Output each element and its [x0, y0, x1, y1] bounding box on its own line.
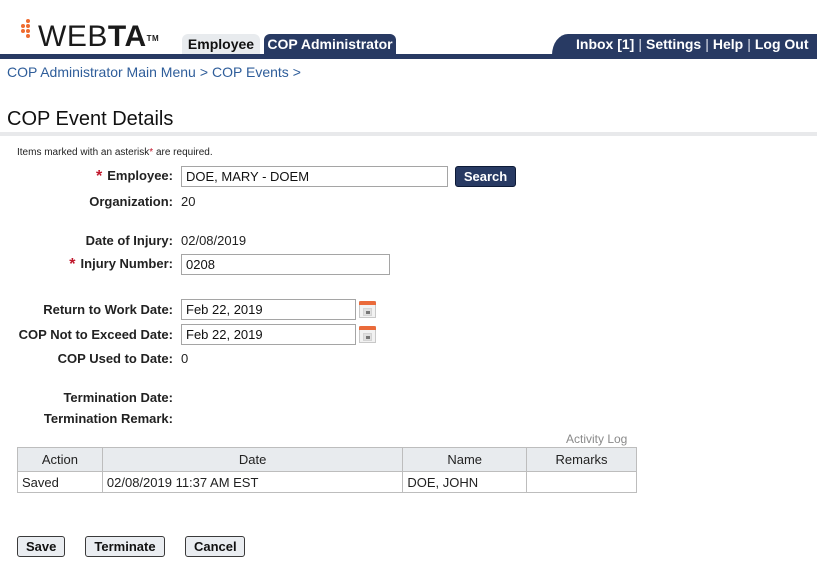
- header: WEBTATM Employee COP Administrator Inbox…: [0, 0, 817, 59]
- cell-name: DOE, JOHN: [402, 471, 528, 493]
- column-header-action: Action: [17, 447, 103, 472]
- page-title: COP Event Details: [7, 108, 174, 130]
- tab-cop-administrator[interactable]: COP Administrator: [264, 34, 396, 55]
- nav-separator: |: [747, 36, 751, 52]
- injury-number-label-text: Injury Number:: [80, 256, 173, 271]
- employee-label-text: Employee:: [107, 168, 173, 183]
- return-to-work-row: Return to Work Date:: [0, 298, 376, 320]
- logo-trademark: TM: [146, 34, 160, 43]
- required-asterisk: *: [96, 168, 103, 185]
- logo-dots-icon: [21, 19, 37, 39]
- required-asterisk: *: [69, 256, 76, 273]
- not-to-exceed-label: COP Not to Exceed Date:: [18, 326, 173, 342]
- injury-number-row: * Injury Number:: [0, 253, 390, 275]
- breadcrumb-separator: >: [199, 64, 209, 80]
- not-to-exceed-row: COP Not to Exceed Date:: [0, 323, 376, 345]
- help-link[interactable]: Help: [713, 36, 743, 52]
- cell-date: 02/08/2019 11:37 AM EST: [101, 471, 404, 493]
- employee-row: * Employee: Search: [0, 165, 516, 187]
- date-of-injury-label: Date of Injury:: [85, 232, 173, 248]
- calendar-icon[interactable]: [359, 300, 376, 318]
- nav-bar: [0, 54, 817, 59]
- nav-separator: |: [638, 36, 642, 52]
- tab-employee[interactable]: Employee: [182, 34, 260, 55]
- terminate-button[interactable]: Terminate: [85, 536, 165, 557]
- organization-row: Organization: 20: [0, 190, 195, 212]
- save-button[interactable]: Save: [17, 536, 65, 557]
- termination-date-row: Termination Date:: [0, 386, 181, 408]
- termination-remark-row: Termination Remark:: [0, 407, 181, 429]
- cop-used-label: COP Used to Date:: [57, 350, 173, 366]
- termination-remark-label: Termination Remark:: [43, 410, 173, 426]
- injury-number-label: * Injury Number:: [69, 255, 173, 273]
- search-button[interactable]: Search: [455, 165, 516, 187]
- employee-label: * Employee:: [96, 167, 173, 185]
- logout-link[interactable]: Log Out: [755, 36, 809, 52]
- utility-nav: Inbox [1] | Settings | Help | Log Out: [552, 34, 817, 55]
- not-to-exceed-input[interactable]: [181, 323, 356, 345]
- return-to-work-input[interactable]: [181, 298, 356, 320]
- calendar-icon[interactable]: [359, 325, 376, 343]
- cell-action: Saved: [17, 471, 103, 493]
- required-note-text-end: are required.: [153, 147, 213, 158]
- inbox-link[interactable]: Inbox [1]: [576, 36, 634, 52]
- required-note-text: Items marked with an asterisk: [17, 147, 150, 158]
- table-header-row: Action Date Name Remarks: [17, 447, 637, 472]
- return-to-work-label: Return to Work Date:: [43, 301, 173, 317]
- cop-used-value: 0: [181, 350, 189, 366]
- table-row: Saved 02/08/2019 11:37 AM EST DOE, JOHN: [17, 471, 637, 493]
- column-header-name: Name: [402, 447, 528, 472]
- logo-bold-text: TA: [107, 20, 147, 53]
- activity-log-table: Action Date Name Remarks Saved 02/08/201…: [17, 447, 637, 493]
- date-of-injury-value: 02/08/2019: [181, 232, 247, 248]
- logo-text: WEBTATM: [38, 22, 159, 52]
- cancel-button[interactable]: Cancel: [185, 536, 245, 557]
- date-of-injury-row: Date of Injury: 02/08/2019: [0, 229, 246, 251]
- organization-value: 20: [181, 193, 196, 209]
- required-note: Items marked with an asterisk* are requi…: [17, 147, 213, 158]
- title-divider: [0, 132, 817, 136]
- breadcrumb: COP Administrator Main Menu > COP Events >: [7, 64, 305, 80]
- injury-number-input[interactable]: [181, 253, 390, 275]
- breadcrumb-cop-events[interactable]: COP Events: [212, 64, 289, 80]
- column-header-date: Date: [101, 447, 404, 472]
- settings-link[interactable]: Settings: [646, 36, 701, 52]
- nav-separator: |: [705, 36, 709, 52]
- breadcrumb-main-menu[interactable]: COP Administrator Main Menu: [7, 64, 196, 80]
- cop-used-row: COP Used to Date: 0: [0, 347, 189, 369]
- termination-date-label: Termination Date:: [63, 389, 173, 405]
- organization-label: Organization:: [89, 193, 173, 209]
- breadcrumb-separator: >: [292, 64, 301, 80]
- cell-remarks: [526, 471, 637, 493]
- logo-light-text: WEB: [38, 20, 108, 53]
- employee-input[interactable]: [181, 165, 448, 187]
- column-header-remarks: Remarks: [526, 447, 637, 472]
- activity-log-caption: Activity Log: [566, 432, 628, 446]
